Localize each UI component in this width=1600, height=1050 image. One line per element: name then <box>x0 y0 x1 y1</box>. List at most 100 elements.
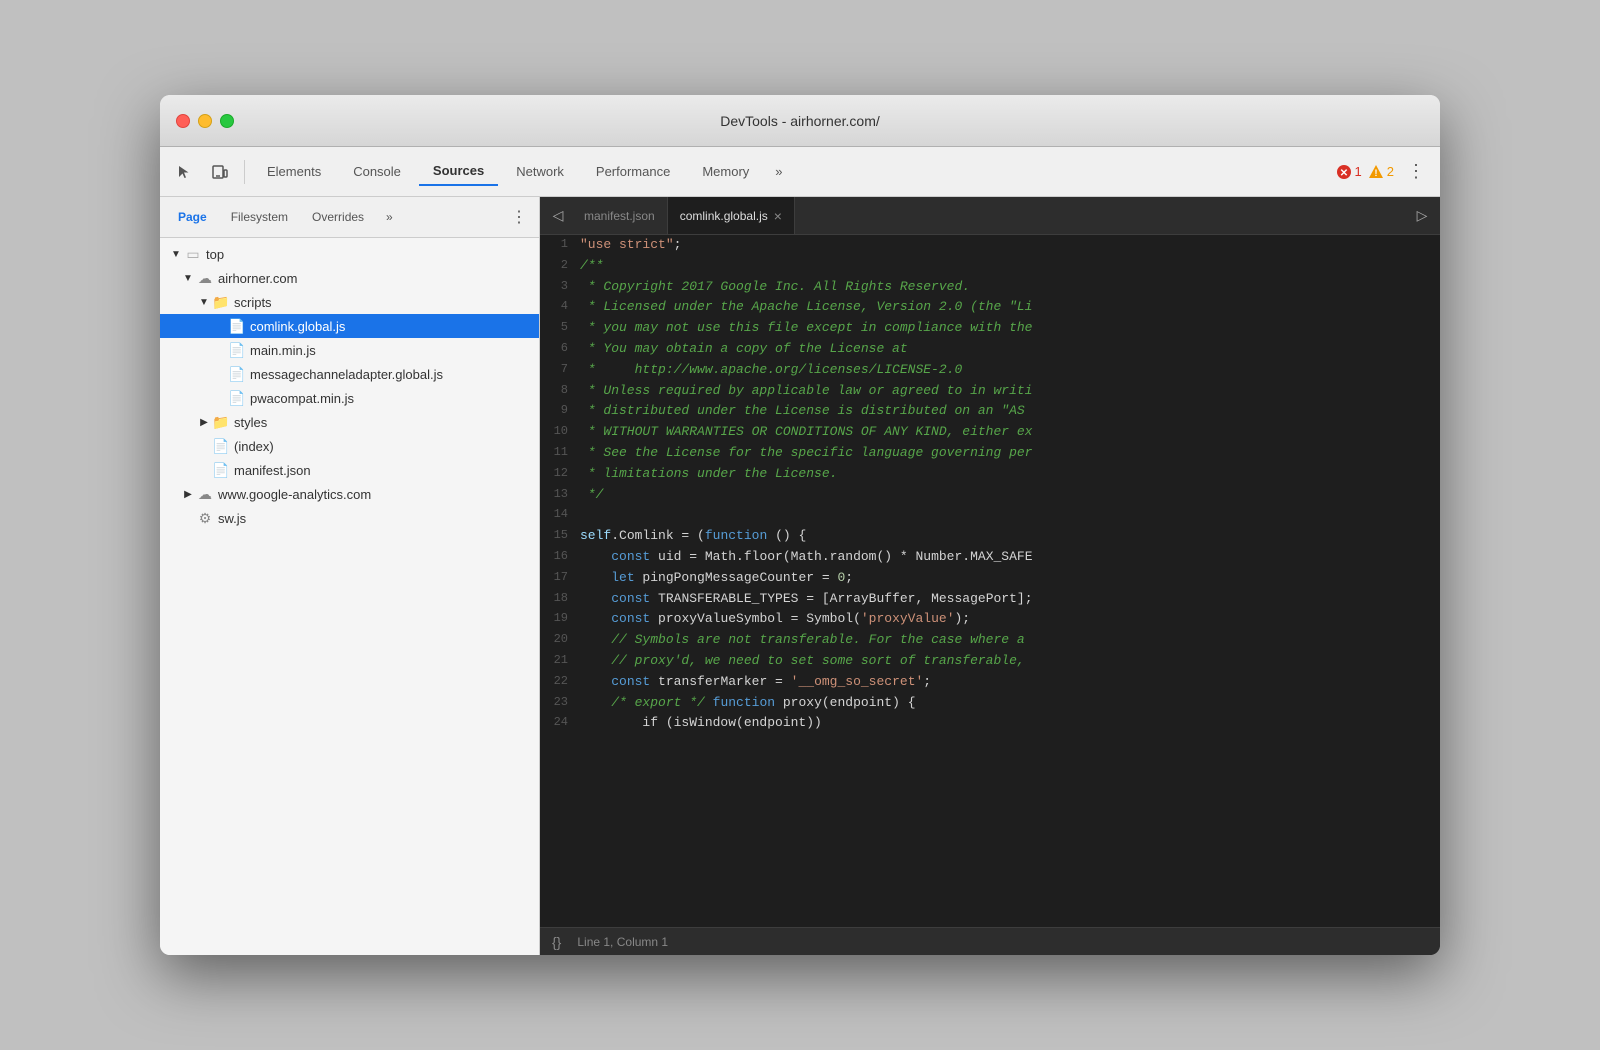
tree-label-main: main.min.js <box>250 343 316 358</box>
editor-tab-close-btn[interactable]: × <box>774 208 782 224</box>
fullscreen-button[interactable] <box>220 114 234 128</box>
editor-tab-manifest[interactable]: manifest.json <box>572 197 668 234</box>
tree-item-scripts[interactable]: 📁 scripts <box>160 290 539 314</box>
code-line-20: 20 // Symbols are not transferable. For … <box>540 630 1440 651</box>
main-content: Page Filesystem Overrides » ⋮ ▭ top ☁ ai… <box>160 197 1440 955</box>
device-icon-btn[interactable] <box>204 156 236 188</box>
tree-item-main[interactable]: 📄 main.min.js <box>160 338 539 362</box>
file-icon-manifest: 📄 <box>212 461 230 479</box>
close-button[interactable] <box>176 114 190 128</box>
code-line-11: 11 * See the License for the specific la… <box>540 443 1440 464</box>
code-line-13: 13 */ <box>540 485 1440 506</box>
tree-arrow-airhorner <box>180 270 196 286</box>
code-line-12: 12 * limitations under the License. <box>540 464 1440 485</box>
cursor-icon-btn[interactable] <box>168 156 200 188</box>
traffic-lights <box>176 114 234 128</box>
cloud-icon-google-analytics: ☁ <box>196 485 214 503</box>
tree-arrow-sw <box>180 510 196 526</box>
sidebar-menu-icon[interactable]: ⋮ <box>507 203 531 231</box>
tab-memory[interactable]: Memory <box>688 158 763 185</box>
code-line-1: 1 "use strict"; <box>540 235 1440 256</box>
tree-item-sw[interactable]: ⚙ sw.js <box>160 506 539 530</box>
window-title: DevTools - airhorner.com/ <box>720 113 880 129</box>
tab-performance[interactable]: Performance <box>582 158 684 185</box>
code-line-10: 10 * WITHOUT WARRANTIES OR CONDITIONS OF… <box>540 422 1440 443</box>
file-tree: ▭ top ☁ airhorner.com 📁 scripts <box>160 238 539 955</box>
cursor-position: Line 1, Column 1 <box>577 935 668 949</box>
editor-nav-right[interactable]: ▷ <box>1408 202 1436 230</box>
code-line-8: 8 * Unless required by applicable law or… <box>540 381 1440 402</box>
tree-arrow-index <box>196 438 212 454</box>
svg-text:✕: ✕ <box>1339 168 1347 179</box>
folder-icon-top: ▭ <box>184 245 202 263</box>
tree-arrow-comlink <box>212 318 228 334</box>
code-line-17: 17 let pingPongMessageCounter = 0; <box>540 568 1440 589</box>
tree-label-messagechannel: messagechanneladapter.global.js <box>250 367 443 382</box>
tree-label-google-analytics: www.google-analytics.com <box>218 487 371 502</box>
tree-arrow-manifest <box>196 462 212 478</box>
tree-label-scripts: scripts <box>234 295 272 310</box>
svg-text:!: ! <box>1374 168 1377 178</box>
editor-tab-comlink[interactable]: comlink.global.js × <box>668 197 795 234</box>
tree-item-styles[interactable]: 📁 styles <box>160 410 539 434</box>
tree-label-styles: styles <box>234 415 267 430</box>
sidebar-more-tabs[interactable]: » <box>378 206 401 228</box>
tab-elements[interactable]: Elements <box>253 158 335 185</box>
sidebar-tab-page[interactable]: Page <box>168 205 217 229</box>
tab-console[interactable]: Console <box>339 158 415 185</box>
toolbar: Elements Console Sources Network Perform… <box>160 147 1440 197</box>
code-line-22: 22 const transferMarker = '__omg_so_secr… <box>540 672 1440 693</box>
tree-item-airhorner[interactable]: ☁ airhorner.com <box>160 266 539 290</box>
warning-icon: ! <box>1368 164 1384 180</box>
tree-item-pwacompat[interactable]: 📄 pwacompat.min.js <box>160 386 539 410</box>
tree-arrow-google-analytics <box>180 486 196 502</box>
tree-label-comlink: comlink.global.js <box>250 319 345 334</box>
sidebar-tab-overrides[interactable]: Overrides <box>302 205 374 229</box>
code-line-21: 21 // proxy'd, we need to set some sort … <box>540 651 1440 672</box>
tree-item-index[interactable]: 📄 (index) <box>160 434 539 458</box>
minimize-button[interactable] <box>198 114 212 128</box>
tree-item-top[interactable]: ▭ top <box>160 242 539 266</box>
tree-label-top: top <box>206 247 224 262</box>
tree-label-pwacompat: pwacompat.min.js <box>250 391 354 406</box>
format-icon[interactable]: {} <box>552 934 561 950</box>
editor-tab-bar: ◁ manifest.json comlink.global.js × ▷ <box>540 197 1440 235</box>
warn-badge: ! 2 <box>1368 164 1394 180</box>
device-icon <box>211 163 229 181</box>
code-line-9: 9 * distributed under the License is dis… <box>540 401 1440 422</box>
devtools-menu-button[interactable]: ⋮ <box>1400 156 1432 188</box>
code-line-4: 4 * Licensed under the Apache License, V… <box>540 297 1440 318</box>
cursor-icon <box>176 164 192 180</box>
file-icon-main: 📄 <box>228 341 246 359</box>
code-line-3: 3 * Copyright 2017 Google Inc. All Right… <box>540 277 1440 298</box>
tab-network[interactable]: Network <box>502 158 578 185</box>
tree-label-index: (index) <box>234 439 274 454</box>
tab-sources[interactable]: Sources <box>419 157 498 186</box>
titlebar: DevTools - airhorner.com/ <box>160 95 1440 147</box>
code-line-23: 23 /* export */ function proxy(endpoint)… <box>540 693 1440 714</box>
code-lines: 1 "use strict"; 2 /** 3 * Copyright 2017… <box>540 235 1440 734</box>
folder-icon-scripts: 📁 <box>212 293 230 311</box>
tree-item-comlink[interactable]: 📄 comlink.global.js <box>160 314 539 338</box>
tree-label-manifest: manifest.json <box>234 463 311 478</box>
tree-label-sw: sw.js <box>218 511 246 526</box>
code-line-6: 6 * You may obtain a copy of the License… <box>540 339 1440 360</box>
tree-label-airhorner: airhorner.com <box>218 271 297 286</box>
file-icon-comlink: 📄 <box>228 317 246 335</box>
editor-tab-manifest-label: manifest.json <box>584 209 655 223</box>
editor-tab-comlink-label: comlink.global.js <box>680 209 768 223</box>
sidebar-tab-bar: Page Filesystem Overrides » ⋮ <box>160 197 539 238</box>
code-line-15: 15 self.Comlink = (function () { <box>540 526 1440 547</box>
tree-arrow-main <box>212 342 228 358</box>
toolbar-more-tabs[interactable]: » <box>767 160 790 183</box>
status-bar: {} Line 1, Column 1 <box>540 927 1440 955</box>
code-editor[interactable]: 1 "use strict"; 2 /** 3 * Copyright 2017… <box>540 235 1440 927</box>
code-line-18: 18 const TRANSFERABLE_TYPES = [ArrayBuff… <box>540 589 1440 610</box>
sidebar-tab-filesystem[interactable]: Filesystem <box>221 205 298 229</box>
cloud-icon-airhorner: ☁ <box>196 269 214 287</box>
tree-item-google-analytics[interactable]: ☁ www.google-analytics.com <box>160 482 539 506</box>
tree-item-manifest[interactable]: 📄 manifest.json <box>160 458 539 482</box>
tree-item-messagechannel[interactable]: 📄 messagechanneladapter.global.js <box>160 362 539 386</box>
editor-nav-left[interactable]: ◁ <box>544 202 572 230</box>
code-line-19: 19 const proxyValueSymbol = Symbol('prox… <box>540 609 1440 630</box>
